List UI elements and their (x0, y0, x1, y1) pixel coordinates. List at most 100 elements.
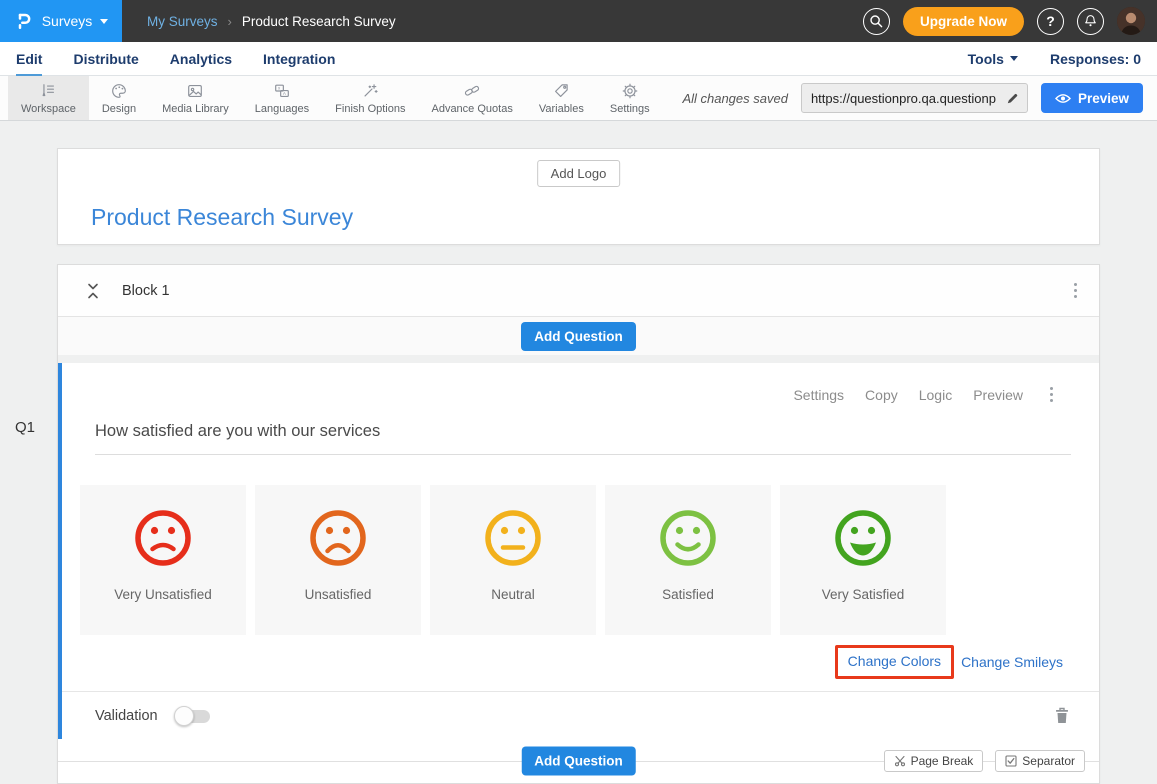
question-text-field[interactable]: How satisfied are you with our services (95, 422, 1071, 455)
trash-icon (1055, 707, 1069, 724)
question-preview-link[interactable]: Preview (973, 387, 1023, 403)
toolbar-item-settings[interactable]: Settings (597, 76, 663, 120)
toolbar-item-design[interactable]: Design (89, 76, 149, 120)
block-menu-button[interactable] (1068, 279, 1083, 302)
validation-toggle[interactable] (174, 706, 210, 726)
question-actions: Settings Copy Logic Preview (62, 363, 1099, 406)
gear-icon (621, 82, 639, 100)
add-question-button-bottom[interactable]: Add Question (521, 747, 636, 776)
breadcrumb-my-surveys[interactable]: My Surveys (147, 14, 218, 29)
change-smileys-link[interactable]: Change Smileys (961, 654, 1063, 670)
editor-toolbar: Workspace Design Media Library (0, 76, 1157, 121)
save-status-text: All changes saved (682, 91, 788, 106)
responses-count: Responses: 0 (1050, 51, 1141, 67)
questionpro-logo-icon (14, 11, 34, 31)
search-button[interactable] (863, 8, 890, 35)
breadcrumb-current-survey: Product Research Survey (242, 14, 396, 29)
toolbar-item-media-library[interactable]: Media Library (149, 76, 242, 120)
option-neutral[interactable]: Neutral (430, 485, 596, 635)
survey-url-box (801, 83, 1028, 113)
toolbar-item-finish-options[interactable]: Finish Options (322, 76, 418, 120)
chain-link-icon (463, 82, 481, 100)
question-menu-button[interactable] (1044, 383, 1059, 406)
smiley-options-row: Very Unsatisfied Unsatisfied (80, 485, 1099, 635)
validation-label: Validation (95, 708, 158, 724)
add-question-strip: Add Question (58, 317, 1099, 355)
smiley-customize-links: Change Colors Change Smileys (62, 645, 1063, 679)
smiley-frown-icon (131, 506, 195, 570)
add-logo-button[interactable]: Add Logo (537, 160, 621, 187)
eye-icon (1055, 93, 1071, 104)
palette-icon (110, 82, 128, 100)
translate-icon: x A (273, 82, 291, 100)
edit-url-button[interactable] (999, 92, 1027, 105)
option-unsatisfied[interactable]: Unsatisfied (255, 485, 421, 635)
surveys-menu-label: Surveys (42, 13, 93, 29)
block-card: Block 1 Add Question Settings Copy Logic… (57, 264, 1100, 784)
collapse-block-button[interactable] (86, 282, 100, 300)
topbar: Surveys My Surveys › Product Research Su… (0, 0, 1157, 42)
tools-menu[interactable]: Tools (968, 51, 1018, 67)
search-icon (868, 13, 884, 29)
option-very-unsatisfied[interactable]: Very Unsatisfied (80, 485, 246, 635)
checkbox-icon (1005, 755, 1017, 767)
breadcrumb: My Surveys › Product Research Survey (147, 14, 396, 29)
change-colors-link[interactable]: Change Colors (848, 653, 941, 669)
toolbar-item-variables[interactable]: Variables (526, 76, 597, 120)
question-text: How satisfied are you with our services (95, 422, 380, 440)
tab-analytics[interactable]: Analytics (170, 42, 232, 76)
preview-button[interactable]: Preview (1041, 83, 1143, 113)
bell-icon (1083, 13, 1098, 29)
app-logo[interactable]: Surveys (0, 0, 122, 42)
add-question-button-top[interactable]: Add Question (521, 322, 636, 351)
workspace-icon (39, 82, 57, 100)
toolbar-item-advance-quotas[interactable]: Advance Quotas (418, 76, 525, 120)
survey-url-input[interactable] (802, 91, 999, 106)
delete-question-button[interactable] (1055, 707, 1069, 724)
pencil-icon (1006, 92, 1019, 105)
question-card: Settings Copy Logic Preview How satisfie… (58, 363, 1099, 739)
option-satisfied[interactable]: Satisfied (605, 485, 771, 635)
block-title[interactable]: Block 1 (122, 283, 170, 299)
scissors-icon (894, 755, 906, 767)
smiley-grin-icon (831, 506, 895, 570)
workspace-canvas: Q1 Add Logo Product Research Survey Bloc… (0, 121, 1157, 784)
chevron-down-icon (1010, 56, 1018, 61)
avatar-photo (1117, 7, 1145, 35)
question-copy-link[interactable]: Copy (865, 387, 898, 403)
question-mark-icon: ? (1046, 13, 1055, 29)
separator-button[interactable]: Separator (995, 750, 1085, 772)
chevron-down-icon (100, 19, 108, 24)
page-break-button[interactable]: Page Break (884, 750, 984, 772)
question-settings-link[interactable]: Settings (793, 387, 844, 403)
help-button[interactable]: ? (1037, 8, 1064, 35)
notifications-button[interactable] (1077, 8, 1104, 35)
block-footer: Add Question Page Break Separator (58, 739, 1099, 783)
validation-row: Validation (62, 691, 1099, 739)
tools-label: Tools (968, 51, 1004, 67)
user-avatar[interactable] (1117, 7, 1145, 35)
upgrade-now-button[interactable]: Upgrade Now (903, 7, 1024, 36)
tab-integration[interactable]: Integration (263, 42, 335, 76)
toolbar-item-languages[interactable]: x A Languages (242, 76, 322, 120)
survey-nav: Edit Distribute Analytics Integration To… (0, 42, 1157, 76)
magic-wand-icon (361, 82, 379, 100)
block-footer-tools: Page Break Separator (884, 750, 1085, 772)
smiley-neutral-icon (481, 506, 545, 570)
toolbar-item-workspace[interactable]: Workspace (8, 76, 89, 120)
tab-distribute[interactable]: Distribute (73, 42, 138, 76)
image-icon (186, 82, 204, 100)
breadcrumb-separator: › (228, 14, 232, 29)
question-logic-link[interactable]: Logic (919, 387, 952, 403)
toolbar-right: All changes saved Preview (682, 76, 1157, 120)
question-number-label: Q1 (15, 419, 35, 436)
tag-icon (552, 82, 570, 100)
topbar-actions: Upgrade Now ? (863, 7, 1157, 36)
svg-text:A: A (283, 91, 286, 96)
divider-band (58, 355, 1099, 363)
smiley-smile-icon (656, 506, 720, 570)
survey-title[interactable]: Product Research Survey (91, 204, 353, 231)
option-very-satisfied[interactable]: Very Satisfied (780, 485, 946, 635)
svg-text:x: x (278, 86, 281, 91)
tab-edit[interactable]: Edit (16, 42, 42, 76)
